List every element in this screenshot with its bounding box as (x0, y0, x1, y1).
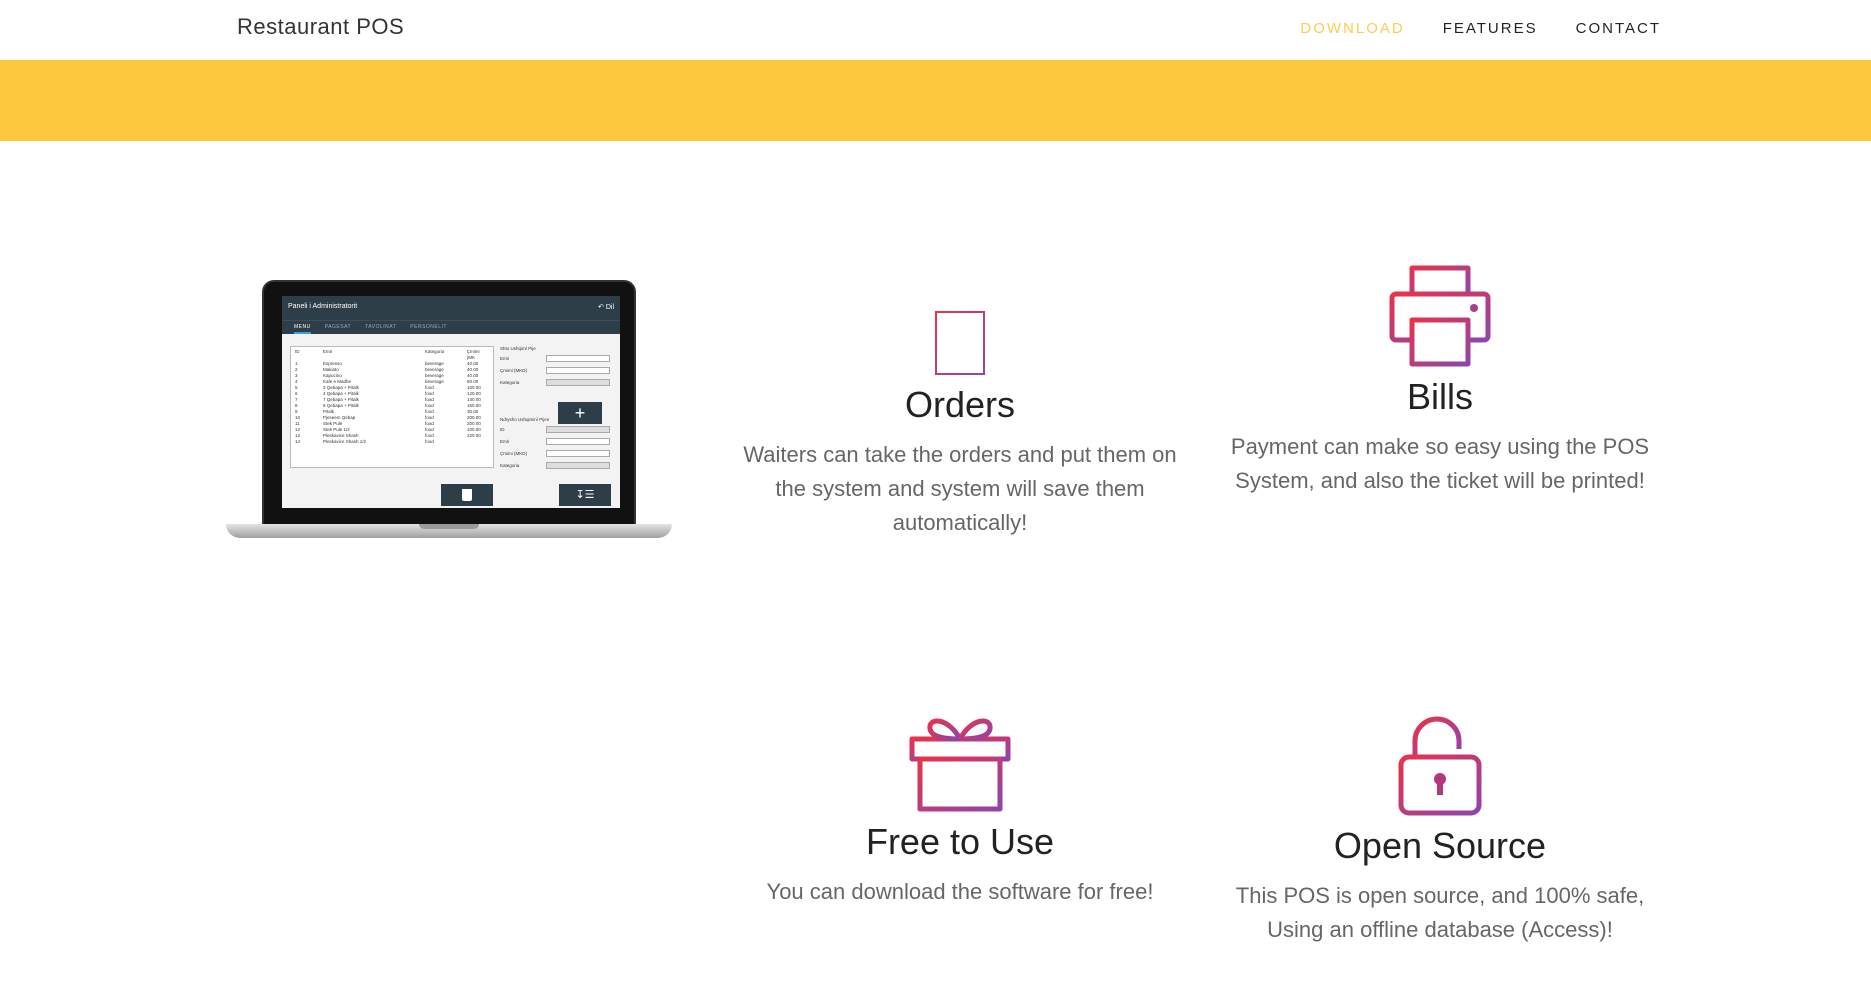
laptop-notch (419, 524, 479, 529)
app-header: Paneli i Administratorit ↶ Dil (282, 296, 620, 320)
app-field: ID (500, 424, 616, 434)
app-field: Emri (500, 353, 616, 363)
feature-free: Free to Use You can download the softwar… (740, 713, 1180, 909)
laptop-screen: Paneli i Administratorit ↶ Dil MENU PAGE… (282, 296, 620, 508)
feature-title: Bills (1406, 376, 1473, 417)
app-table-row: 14 Pleskavice Shash 1/2 food (295, 439, 434, 444)
brand-logo[interactable]: Restaurant POS (237, 14, 404, 40)
feature-title: Open Source (1333, 825, 1547, 866)
laptop-lid: Paneli i Administratorit ↶ Dil MENU PAGE… (262, 280, 636, 528)
feature-title: Orders (904, 384, 1016, 425)
app-field: Çmimi (MKD) (500, 365, 616, 375)
app-table-header: ID Emri Kategoria Çmimi (MK (295, 349, 480, 360)
feature-description: This POS is open source, and 100% safe, … (1235, 883, 1645, 942)
navbar: Restaurant POS DOWNLOAD FEATURES CONTACT (0, 0, 1871, 60)
app-field: Kategoria (500, 460, 616, 470)
app-exit-button: ↶ Dil (598, 304, 614, 311)
feature-description: You can download the software for free! (766, 879, 1154, 904)
feature-description: Waiters can take the orders and put them… (743, 442, 1177, 535)
feature-title: Free to Use (865, 821, 1055, 862)
laptop-mockup: Paneli i Administratorit ↶ Dil MENU PAGE… (226, 280, 672, 545)
app-field: Kategoria (500, 377, 616, 387)
app-title: Paneli i Administratorit (288, 303, 358, 310)
nav-link-download[interactable]: DOWNLOAD (1300, 20, 1404, 37)
feature-bills: Bills Payment can make so easy using the… (1220, 264, 1660, 498)
tablet-icon (935, 311, 985, 375)
sort-icon: ↧☰ (559, 484, 611, 506)
app-tab-tavolinat: TAVOLINAT (365, 324, 397, 330)
feature-description: Payment can make so easy using the POS S… (1230, 434, 1650, 493)
gift-icon (909, 718, 1011, 812)
nav-link-features[interactable]: FEATURES (1443, 20, 1538, 37)
feature-orders: Orders Waiters can take the orders and p… (740, 310, 1180, 540)
app-tab-pagesat: PAGESAT (324, 324, 352, 330)
nav-link-contact[interactable]: CONTACT (1576, 20, 1661, 37)
app-add-button: + (558, 402, 602, 424)
printer-icon (1389, 265, 1491, 367)
feature-open-source: Open Source This POS is open source, and… (1220, 713, 1660, 947)
app-form-title-add: Shto Ushqim/ Pije (500, 346, 536, 351)
app-tab-personelit: PERSONELIT (410, 324, 447, 330)
app-tabs: MENU PAGESAT TAVOLINAT PERSONELIT (282, 320, 620, 334)
app-tab-menu: MENU (294, 321, 311, 334)
unlock-icon (1398, 716, 1482, 816)
app-field: Çmimi (MKD) (500, 448, 616, 458)
app-menu-table: ID Emri Kategoria Çmimi (MK 1 Espresso bev… (290, 346, 494, 468)
trash-icon (441, 484, 493, 506)
download-banner (0, 60, 1871, 141)
app-field: Emri (500, 436, 616, 446)
nav-links: DOWNLOAD FEATURES CONTACT (1300, 20, 1661, 37)
